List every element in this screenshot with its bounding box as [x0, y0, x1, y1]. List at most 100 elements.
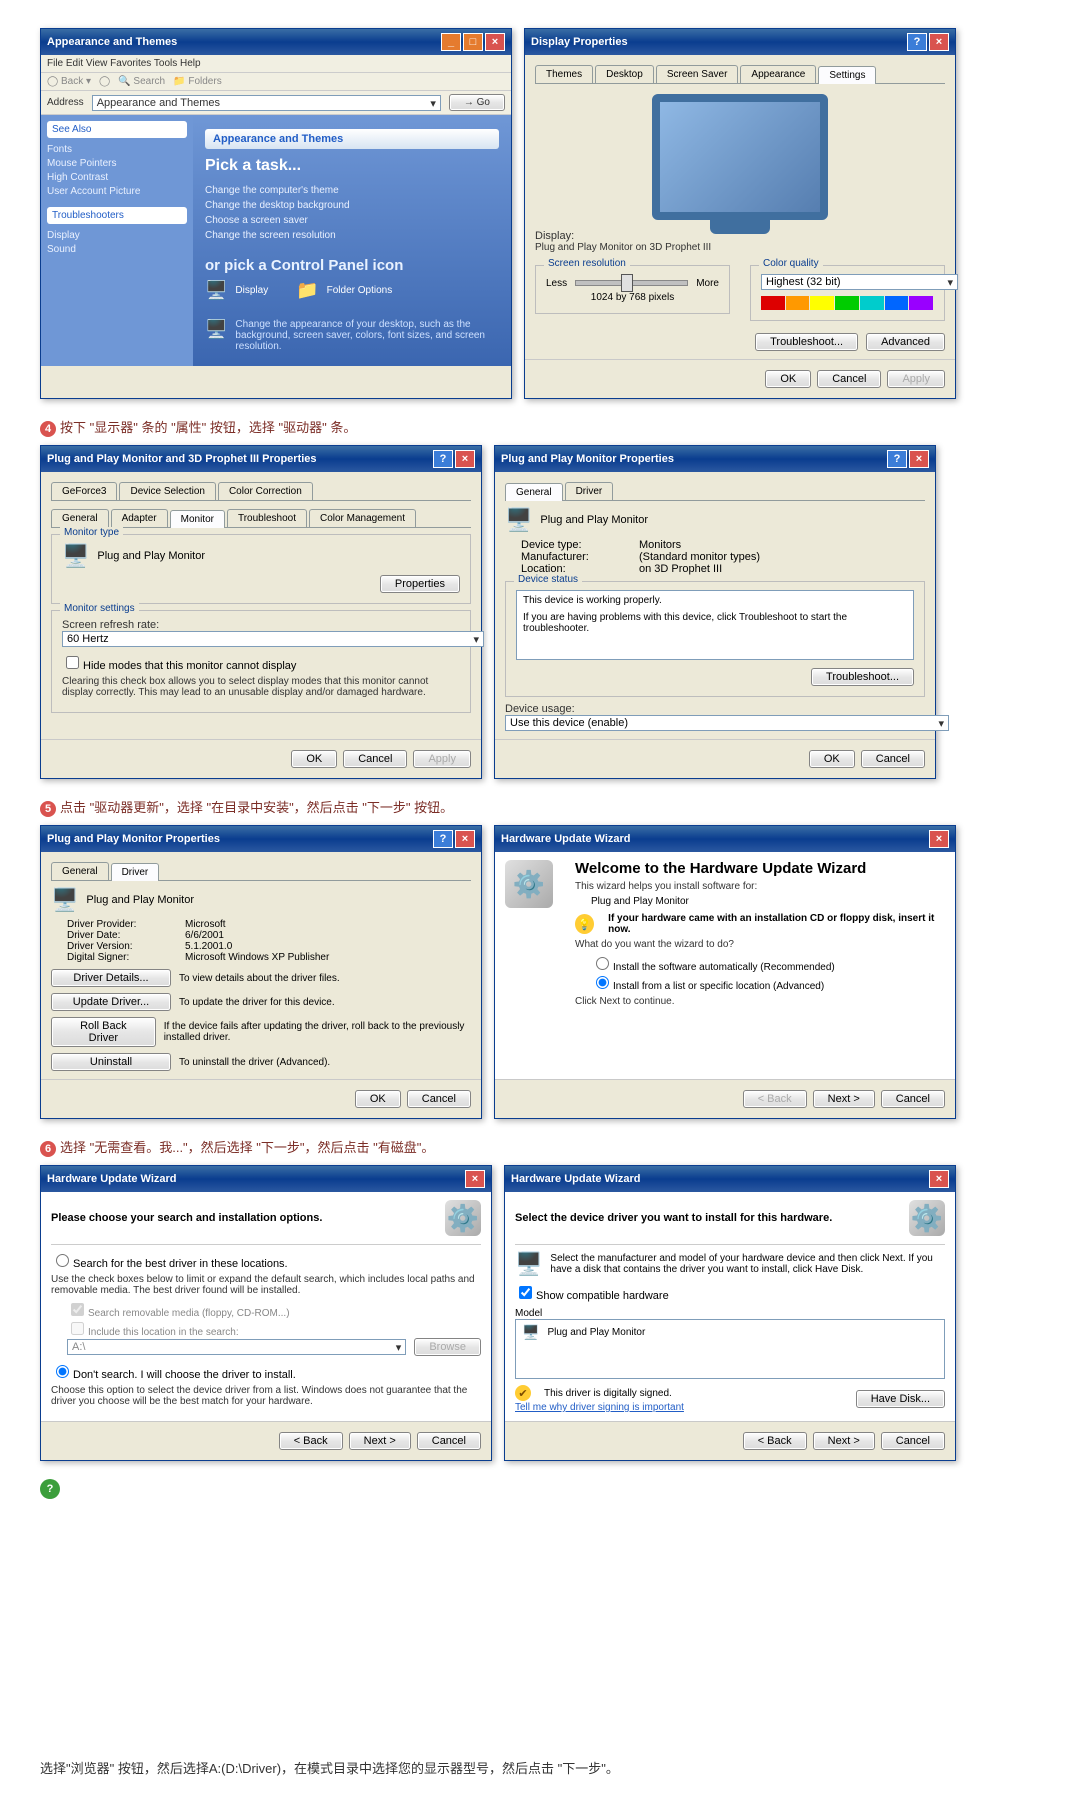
sidebar-item[interactable]: High Contrast	[47, 172, 187, 183]
cancel-button[interactable]: Cancel	[881, 1090, 945, 1108]
category-header: Appearance and Themes	[205, 129, 499, 149]
apply-button[interactable]: Apply	[887, 370, 945, 388]
folder-options-label[interactable]: Folder Options	[327, 285, 393, 296]
next-button[interactable]: Next >	[813, 1090, 875, 1108]
advanced-button[interactable]: Advanced	[866, 333, 945, 351]
ok-button[interactable]: OK	[355, 1090, 401, 1108]
signed-icon: 🖥️	[522, 1324, 539, 1341]
tab-driver[interactable]: Driver	[565, 482, 614, 500]
sidebar-item[interactable]: Display	[47, 230, 187, 241]
tab-general[interactable]: General	[51, 862, 109, 880]
maximize-icon[interactable]: □	[463, 33, 483, 51]
search-button[interactable]: 🔍 Search	[118, 76, 165, 87]
cancel-button[interactable]: Cancel	[817, 370, 881, 388]
next-button[interactable]: Next >	[349, 1432, 411, 1450]
have-disk-button[interactable]: Have Disk...	[856, 1390, 945, 1408]
back-button[interactable]: < Back	[743, 1090, 807, 1108]
tellme-link[interactable]: Tell me why driver signing is important	[515, 1402, 684, 1413]
back-button[interactable]: ◯ Back ▾	[47, 76, 91, 87]
ok-button[interactable]: OK	[809, 750, 855, 768]
tab-device-selection[interactable]: Device Selection	[119, 482, 215, 500]
ok-button[interactable]: OK	[765, 370, 811, 388]
cancel-button[interactable]: Cancel	[861, 750, 925, 768]
tab-settings[interactable]: Settings	[818, 66, 876, 84]
driver-date-value: 6/6/2001	[185, 930, 224, 941]
dont-search-radio[interactable]	[56, 1365, 69, 1378]
task-link[interactable]: Change the computer's theme	[205, 185, 499, 196]
opt-list-radio[interactable]	[596, 976, 609, 989]
close-icon[interactable]: ×	[455, 830, 475, 848]
close-icon[interactable]: ×	[929, 830, 949, 848]
sidebar-item[interactable]: User Account Picture	[47, 186, 187, 197]
troubleshoot-button[interactable]: Troubleshoot...	[755, 333, 858, 351]
folders-button[interactable]: 📁 Folders	[173, 76, 222, 87]
back-button[interactable]: < Back	[743, 1432, 807, 1450]
folder-options-icon[interactable]: 📁	[296, 280, 318, 301]
properties-button[interactable]: Properties	[380, 575, 460, 593]
tab-screensaver[interactable]: Screen Saver	[656, 65, 739, 83]
hide-modes-checkbox[interactable]	[66, 656, 79, 669]
tab-geforce[interactable]: GeForce3	[51, 482, 117, 500]
tab-adapter[interactable]: Adapter	[111, 509, 168, 527]
monitor-type-value: Plug and Play Monitor	[97, 550, 205, 562]
tab-color-mgmt[interactable]: Color Management	[309, 509, 416, 527]
sidebar-item[interactable]: Fonts	[47, 144, 187, 155]
opt-auto-radio[interactable]	[596, 957, 609, 970]
help-icon[interactable]: ?	[887, 450, 907, 468]
close-icon[interactable]: ×	[929, 1170, 949, 1188]
display-cpl-label[interactable]: Display	[235, 285, 268, 296]
monitor-preview-icon	[652, 94, 828, 220]
apply-button[interactable]: Apply	[413, 750, 471, 768]
model-list[interactable]: 🖥️Plug and Play Monitor	[515, 1319, 945, 1379]
forward-button[interactable]: ◯	[99, 76, 110, 87]
sidebar-item[interactable]: Mouse Pointers	[47, 158, 187, 169]
task-link[interactable]: Change the desktop background	[205, 200, 499, 211]
close-icon[interactable]: ×	[485, 33, 505, 51]
help-icon[interactable]: ?	[907, 33, 927, 51]
close-icon[interactable]: ×	[455, 450, 475, 468]
refresh-select[interactable]: 60 Hertz	[62, 631, 484, 647]
rollback-driver-button[interactable]: Roll Back Driver	[51, 1017, 156, 1047]
close-icon[interactable]: ×	[909, 450, 929, 468]
uninstall-button[interactable]: Uninstall	[51, 1053, 171, 1071]
close-icon[interactable]: ×	[465, 1170, 485, 1188]
tab-troubleshoot[interactable]: Troubleshoot	[227, 509, 307, 527]
help-icon[interactable]: ?	[433, 830, 453, 848]
cancel-button[interactable]: Cancel	[343, 750, 407, 768]
tab-general[interactable]: General	[505, 483, 563, 501]
device-usage-select[interactable]: Use this device (enable)	[505, 715, 949, 731]
tab-themes[interactable]: Themes	[535, 65, 593, 83]
tab-color-correction[interactable]: Color Correction	[218, 482, 313, 500]
color-quality-select[interactable]: Highest (32 bit)	[761, 274, 958, 290]
tab-general[interactable]: General	[51, 509, 109, 527]
minimize-icon[interactable]: _	[441, 33, 461, 51]
tab-desktop[interactable]: Desktop	[595, 65, 654, 83]
search-radio[interactable]	[56, 1254, 69, 1267]
address-field[interactable]: Appearance and Themes	[92, 95, 441, 111]
menu-bar[interactable]: File Edit View Favorites Tools Help	[41, 55, 511, 73]
cancel-button[interactable]: Cancel	[417, 1432, 481, 1450]
help-icon[interactable]: ?	[433, 450, 453, 468]
wizard-welcome: Welcome to the Hardware Update Wizard	[575, 860, 945, 877]
include-checkbox	[71, 1322, 84, 1335]
show-compat-checkbox[interactable]	[519, 1286, 532, 1299]
go-button[interactable]: → Go	[449, 94, 505, 111]
tab-monitor[interactable]: Monitor	[170, 510, 225, 528]
task-link[interactable]: Choose a screen saver	[205, 215, 499, 226]
ok-button[interactable]: OK	[291, 750, 337, 768]
close-icon[interactable]: ×	[929, 33, 949, 51]
resolution-slider[interactable]	[575, 280, 688, 286]
display-cpl-icon[interactable]: 🖥️	[205, 280, 227, 301]
sidebar-item[interactable]: Sound	[47, 244, 187, 255]
update-driver-button[interactable]: Update Driver...	[51, 993, 171, 1011]
troubleshoot-button[interactable]: Troubleshoot...	[811, 668, 914, 686]
wizard1-title: Hardware Update Wizard	[501, 833, 631, 845]
driver-details-button[interactable]: Driver Details...	[51, 969, 171, 987]
tab-appearance[interactable]: Appearance	[740, 65, 816, 83]
task-link[interactable]: Change the screen resolution	[205, 230, 499, 241]
cancel-button[interactable]: Cancel	[407, 1090, 471, 1108]
back-button[interactable]: < Back	[279, 1432, 343, 1450]
next-button[interactable]: Next >	[813, 1432, 875, 1450]
tab-driver[interactable]: Driver	[111, 863, 160, 881]
cancel-button[interactable]: Cancel	[881, 1432, 945, 1450]
